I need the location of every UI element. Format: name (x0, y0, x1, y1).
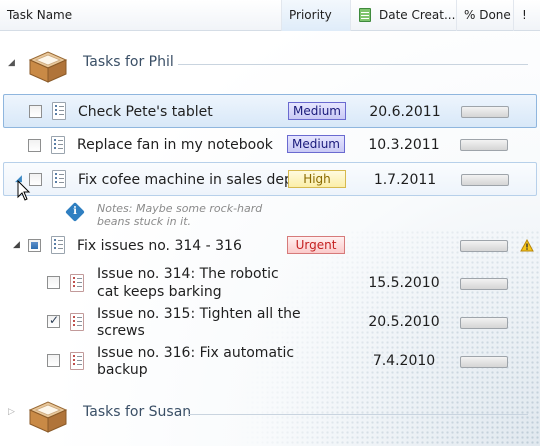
progress-bar[interactable] (460, 317, 508, 329)
column-header-priority[interactable]: ^ Priority (282, 0, 351, 31)
expand-triangle-icon[interactable]: ▷ (8, 407, 15, 417)
task-list-icon (51, 136, 65, 154)
task-date: 1.7.2011 (373, 172, 437, 188)
task-row[interactable]: Replace fan in my notebook Medium 10.3.2… (0, 128, 540, 162)
subtask-list-icon (70, 313, 84, 331)
subtask-checkbox[interactable] (47, 313, 60, 328)
task-checkbox[interactable] (28, 239, 41, 252)
task-list-icon (52, 102, 66, 120)
column-header-label: Date Creat... (379, 8, 456, 22)
task-notes: Notes: Maybe some rock-hard beans stuck … (97, 202, 263, 228)
subtask-name-line: Issue no. 315: Tighten all the (97, 306, 301, 322)
subtask-name-line: Issue no. 316: Fix automatic (97, 345, 295, 361)
group-header-phil[interactable]: ◢ Tasks for Phil (0, 42, 540, 88)
progress-bar[interactable] (461, 174, 509, 186)
subtask-checkbox[interactable] (47, 354, 60, 367)
calendar-icon (359, 8, 371, 22)
subtask-list-icon (70, 274, 84, 292)
subtask-date: 20.5.2010 (368, 314, 440, 330)
task-name: Replace fan in my notebook (77, 137, 273, 153)
priority-badge[interactable]: Medium (287, 135, 345, 153)
inbox-tray-icon (28, 401, 68, 433)
progress-bar[interactable] (461, 106, 509, 118)
task-date: 20.6.2011 (369, 104, 441, 120)
warning-icon (520, 239, 534, 252)
collapse-triangle-icon[interactable]: ◢ (13, 240, 20, 250)
sort-indicator-icon: ^ (136, 0, 144, 6)
progress-bar[interactable] (460, 356, 508, 368)
task-checkbox[interactable] (29, 105, 42, 118)
column-header-percent-done[interactable]: % Done (457, 0, 514, 31)
sort-indicator-icon: ^ (310, 0, 318, 6)
task-list-icon (51, 236, 65, 254)
group-divider (188, 414, 528, 415)
priority-badge[interactable]: High (288, 170, 346, 188)
column-header-date-created[interactable]: Date Creat... (351, 0, 457, 31)
progress-bar[interactable] (460, 240, 508, 252)
task-name: Fix issues no. 314 - 316 (77, 238, 242, 254)
progress-bar[interactable] (460, 139, 508, 151)
column-header-task-name[interactable]: ^ Task Name (0, 0, 282, 31)
inbox-tray-icon (28, 51, 68, 83)
expand-triangle-icon[interactable]: ◢ (8, 58, 15, 68)
task-tree-view: ^ Task Name ^ Priority Date Creat... % D… (0, 0, 540, 446)
task-name: Fix cofee machine in sales dept (78, 172, 299, 188)
subtask-row[interactable]: Issue no. 315: Tighten all the screws 20… (0, 304, 540, 342)
group-divider (178, 64, 528, 65)
task-row[interactable]: Check Pete's tablet Medium 20.6.2011 (3, 94, 537, 128)
subtask-name-line: screws (97, 323, 145, 339)
subtask-name-line: Issue no. 314: The robotic (97, 266, 279, 282)
subtask-name-line: backup (97, 362, 148, 378)
group-header-susan[interactable]: ▷ Tasks for Susan (0, 392, 540, 438)
progress-bar[interactable] (460, 278, 508, 290)
task-name: Check Pete's tablet (78, 104, 213, 120)
group-title: Tasks for Phil (83, 54, 174, 70)
subtask-row[interactable]: Issue no. 316: Fix automatic backup 7.4.… (0, 343, 540, 381)
column-header-bar: ^ Task Name ^ Priority Date Creat... % D… (0, 0, 540, 31)
task-list-icon (52, 170, 66, 188)
subtask-row[interactable]: Issue no. 314: The robotic cat keeps bar… (0, 265, 540, 303)
priority-badge[interactable]: Urgent (287, 236, 345, 254)
column-header-label: Task Name (7, 8, 73, 22)
task-date: 10.3.2011 (368, 137, 440, 153)
mouse-cursor-icon (17, 180, 31, 201)
subtask-checkbox[interactable] (47, 276, 60, 289)
column-header-label: ! (522, 8, 527, 22)
task-row[interactable]: ◢ Fix issues no. 314 - 316 Urgent (0, 229, 540, 263)
info-icon: i (65, 202, 85, 222)
group-title: Tasks for Susan (83, 404, 192, 420)
subtask-name-line: cat keeps barking (97, 284, 222, 300)
task-row[interactable]: ◢ Fix cofee machine in sales dept High 1… (3, 162, 537, 196)
column-header-flag[interactable]: ! (514, 0, 540, 31)
column-header-label: % Done (464, 8, 511, 22)
subtask-list-icon (70, 352, 84, 370)
priority-badge[interactable]: Medium (288, 102, 346, 120)
subtask-date: 7.4.2010 (372, 353, 436, 369)
task-checkbox[interactable] (28, 139, 41, 152)
subtask-date: 15.5.2010 (368, 275, 440, 291)
